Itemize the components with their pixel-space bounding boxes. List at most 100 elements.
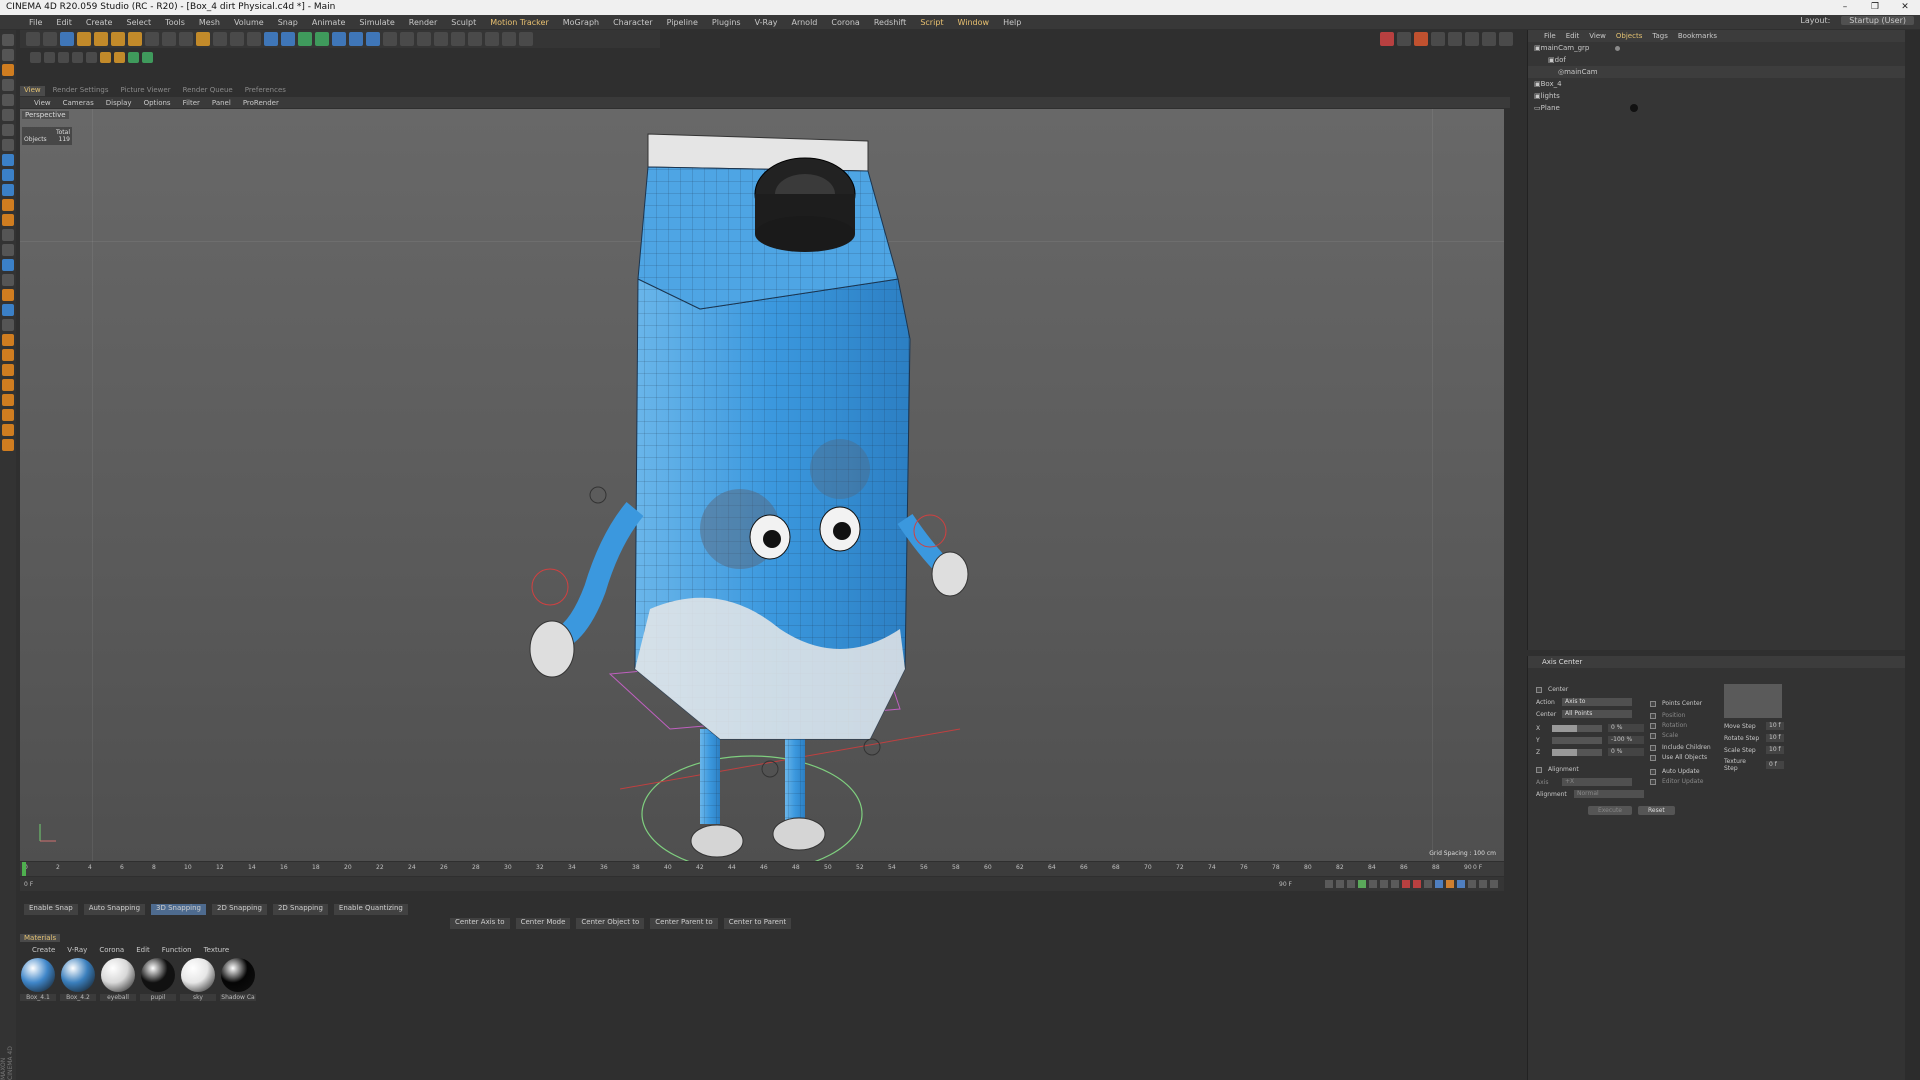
plugin-icon[interactable] (30, 51, 41, 63)
menu-snap[interactable]: Snap (271, 18, 305, 27)
material-item[interactable]: pupil (140, 958, 176, 1001)
quad-view-icon[interactable] (485, 32, 499, 46)
center-to-parent-button[interactable]: Center to Parent (723, 918, 792, 929)
recent-tools-icon[interactable] (128, 32, 142, 46)
auto-snapping-toggle[interactable]: Auto Snapping (83, 904, 146, 915)
menu-animate[interactable]: Animate (305, 18, 353, 27)
scale-tool-icon[interactable] (94, 32, 108, 46)
redo-button-icon[interactable] (43, 32, 57, 46)
picture-icon[interactable] (58, 51, 69, 63)
lock-workplane-icon[interactable] (2, 229, 14, 241)
minimize-icon[interactable]: – (1830, 0, 1860, 15)
team-render-icon[interactable] (1465, 32, 1479, 46)
autokey-icon[interactable] (1413, 880, 1421, 888)
position-checkbox[interactable] (1650, 712, 1656, 719)
materials-menu-edit[interactable]: Edit (136, 946, 150, 954)
paint-icon[interactable] (100, 51, 111, 63)
menu-simulate[interactable]: Simulate (352, 18, 401, 27)
objects-menu-tags[interactable]: Tags (1652, 32, 1668, 40)
material-item[interactable]: Box_4.1 (20, 958, 56, 1001)
render-picture-viewer-icon[interactable] (230, 32, 244, 46)
scale-key-icon[interactable] (1446, 880, 1454, 888)
execute-button[interactable]: Execute (1588, 806, 1632, 815)
viewport-menu-display[interactable]: Display (106, 99, 132, 107)
menu-window[interactable]: Window (951, 18, 997, 27)
magnet-icon[interactable] (2, 274, 14, 286)
layout-icon[interactable] (434, 32, 448, 46)
points-center-checkbox[interactable] (1650, 700, 1656, 707)
materials-menu-vray[interactable]: V-Ray (67, 946, 87, 954)
menu-file[interactable]: File (22, 18, 49, 27)
iron-icon[interactable] (2, 439, 14, 451)
materials-menu-create[interactable]: Create (32, 946, 55, 954)
object-row[interactable]: ▣ lights (1528, 90, 1920, 102)
2d-snapping-toggle[interactable]: 2D Snapping (212, 904, 267, 915)
include-children-checkbox[interactable] (1650, 744, 1656, 751)
tab-render-queue[interactable]: Render Queue (179, 86, 237, 96)
scale-step-input[interactable]: 10 f (1766, 746, 1784, 754)
deformer-icon[interactable] (349, 32, 363, 46)
workplane-icon[interactable] (2, 94, 14, 106)
mograph-icon[interactable] (332, 32, 346, 46)
render-settings-icon[interactable] (1431, 32, 1445, 46)
object-row[interactable]: ▣ dof (1528, 54, 1920, 66)
x-axis-icon[interactable] (145, 32, 159, 46)
sculpt-icon[interactable] (2, 244, 14, 256)
use-all-objects-checkbox[interactable] (1650, 754, 1656, 761)
menu-script[interactable]: Script (913, 18, 950, 27)
next-frame-icon[interactable] (1369, 880, 1377, 888)
camera-icon[interactable] (383, 32, 397, 46)
workplane-grid-icon[interactable] (468, 32, 482, 46)
bridge-icon[interactable] (2, 364, 14, 376)
extrude-icon[interactable] (2, 334, 14, 346)
z-slider[interactable] (1552, 748, 1602, 756)
end-frame-field[interactable]: 90 F (1279, 881, 1292, 888)
go-to-end-icon[interactable] (1391, 880, 1399, 888)
edges-mode-icon[interactable] (2, 124, 14, 136)
menu-motion-tracker[interactable]: Motion Tracker (483, 18, 556, 27)
points-mode-icon[interactable] (2, 109, 14, 121)
edit-render-settings-icon[interactable] (247, 32, 261, 46)
texture-step-input[interactable]: 0 f (1766, 761, 1784, 769)
menu-pipeline[interactable]: Pipeline (660, 18, 705, 27)
ipr-icon[interactable] (1448, 32, 1462, 46)
tab-picture-viewer[interactable]: Picture Viewer (116, 86, 174, 96)
menu-vray[interactable]: V-Ray (748, 18, 785, 27)
materials-menu-function[interactable]: Function (162, 946, 192, 954)
auto-update-row[interactable]: Auto Update (1650, 768, 1700, 775)
objects-menu-objects[interactable]: Objects (1616, 32, 1642, 40)
y-input[interactable]: -100 % (1608, 736, 1644, 744)
render-view-icon[interactable] (213, 32, 227, 46)
center-mode-button[interactable]: Center Mode (515, 918, 571, 929)
record-icon[interactable] (1380, 32, 1394, 46)
z-input[interactable]: 0 % (1608, 748, 1644, 756)
menu-redshift[interactable]: Redshift (867, 18, 913, 27)
center-object-to-button[interactable]: Center Object to (576, 918, 645, 929)
menu-help[interactable]: Help (996, 18, 1028, 27)
play-icon[interactable] (1358, 880, 1366, 888)
menu-render[interactable]: Render (402, 18, 444, 27)
brush-icon[interactable] (2, 259, 14, 271)
texture-mode-icon[interactable] (2, 79, 14, 91)
snap-icon[interactable] (2, 199, 14, 211)
menu-corona[interactable]: Corona (824, 18, 866, 27)
knife-tool-icon[interactable] (114, 51, 125, 63)
viewport-menu-panel[interactable]: Panel (212, 99, 231, 107)
menu-select[interactable]: Select (119, 18, 158, 27)
editor-update-checkbox[interactable] (1650, 778, 1656, 785)
axis-dropdown[interactable]: +X (1562, 778, 1632, 786)
viewport-menu-prorender[interactable]: ProRender (243, 99, 279, 107)
menu-sculpt[interactable]: Sculpt (444, 18, 483, 27)
live-selection-icon[interactable] (60, 32, 74, 46)
2d-snapping-toggle-2[interactable]: 2D Snapping (272, 904, 328, 915)
light-icon[interactable] (400, 32, 414, 46)
objects-menu-file[interactable]: File (1544, 32, 1556, 40)
use-all-objects-row[interactable]: Use All Objects (1650, 754, 1707, 761)
material-item[interactable]: eyeball (100, 958, 136, 1001)
rotation-checkbox[interactable] (1650, 722, 1656, 729)
stitch-icon[interactable] (2, 424, 14, 436)
object-row[interactable]: ▣ mainCam_grp (1528, 42, 1920, 54)
menu-volume[interactable]: Volume (227, 18, 271, 27)
tile-icon[interactable] (519, 32, 533, 46)
object-icon[interactable] (72, 51, 83, 63)
